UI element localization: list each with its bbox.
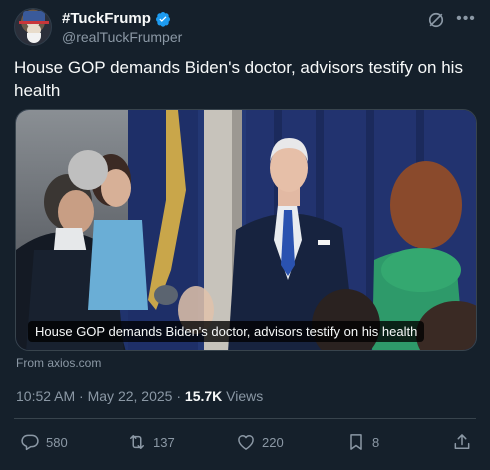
bookmark-button[interactable]: 8 bbox=[346, 432, 379, 452]
author-handle[interactable]: @realTuckFrumper bbox=[62, 29, 182, 45]
heart-icon bbox=[238, 435, 254, 450]
views-label: Views bbox=[226, 388, 264, 404]
repost-icon bbox=[130, 435, 144, 449]
meta-separator: · bbox=[79, 388, 84, 404]
avatar[interactable] bbox=[14, 8, 52, 46]
reply-button[interactable]: 580 bbox=[20, 432, 68, 452]
bookmark-icon bbox=[350, 434, 362, 450]
tweet-time[interactable]: 10:52 AM bbox=[16, 388, 75, 404]
share-button[interactable] bbox=[452, 432, 472, 452]
tweet-text: House GOP demands Biden's doctor, adviso… bbox=[14, 58, 463, 100]
divider bbox=[14, 418, 476, 419]
tweet-header: #TuckFrump @realTuckFrumper ••• bbox=[14, 8, 476, 48]
meta-separator: · bbox=[176, 388, 182, 404]
display-name[interactable]: #TuckFrump bbox=[62, 10, 151, 27]
more-icon[interactable]: ••• bbox=[456, 10, 476, 30]
reply-icon bbox=[21, 434, 39, 451]
views-count: 15.7K bbox=[184, 388, 223, 404]
link-source[interactable]: From axios.com bbox=[16, 356, 101, 370]
repost-count: 137 bbox=[153, 434, 175, 450]
repost-button[interactable]: 137 bbox=[127, 432, 175, 452]
like-button[interactable]: 220 bbox=[236, 432, 284, 452]
verified-badge-icon bbox=[155, 11, 170, 27]
author-name-row: #TuckFrump bbox=[62, 10, 171, 27]
reply-count: 580 bbox=[46, 434, 68, 450]
grok-icon[interactable] bbox=[426, 10, 446, 30]
like-count: 220 bbox=[262, 434, 284, 450]
media-card[interactable]: House GOP demands Biden's doctor, adviso… bbox=[15, 109, 477, 351]
media-caption: House GOP demands Biden's doctor, adviso… bbox=[28, 321, 425, 342]
bookmark-count: 8 bbox=[372, 434, 380, 450]
action-bar: 580 137 220 8 bbox=[14, 428, 476, 458]
media-photo bbox=[16, 110, 476, 350]
tweet-meta: 10:52 AM · May 22, 2025 · 15.7K Views bbox=[16, 388, 263, 404]
share-icon bbox=[454, 434, 470, 449]
tweet-date[interactable]: May 22, 2025 bbox=[88, 388, 173, 404]
